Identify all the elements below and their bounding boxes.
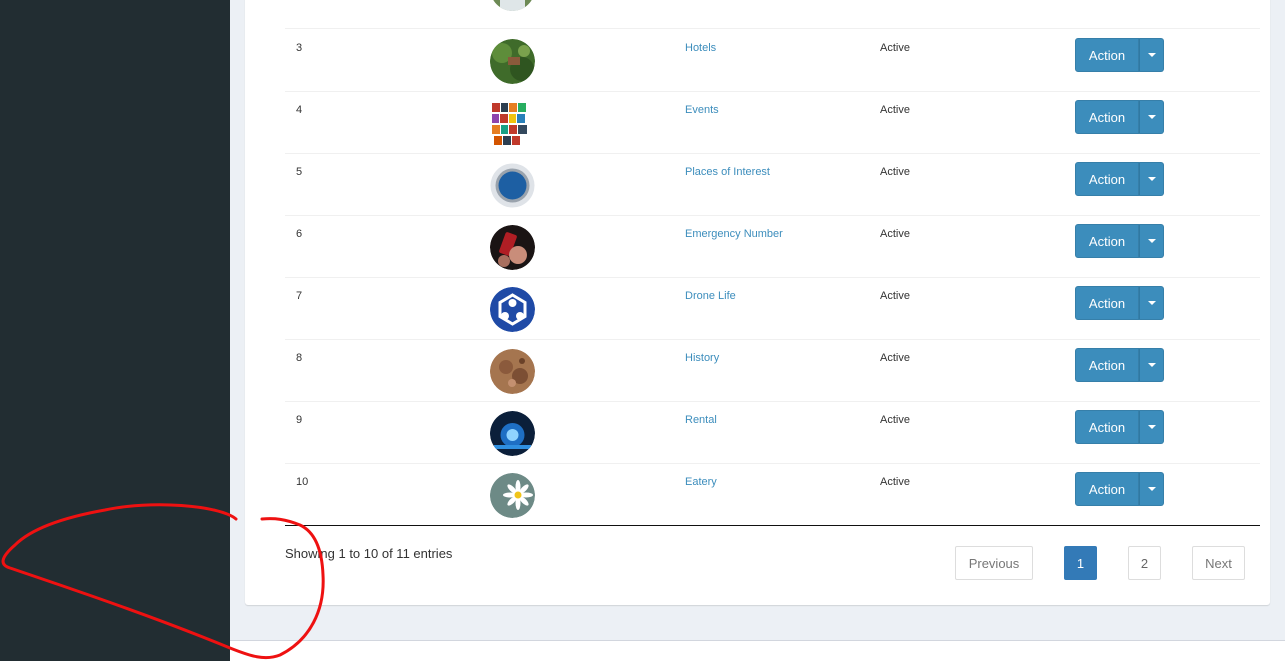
caret-down-icon bbox=[1147, 425, 1156, 429]
caret-down-icon bbox=[1147, 177, 1156, 181]
action-dropdown-toggle[interactable] bbox=[1139, 224, 1164, 258]
row-thumbnail bbox=[490, 349, 535, 394]
status-text: Active bbox=[880, 352, 910, 364]
action-dropdown-toggle[interactable] bbox=[1139, 348, 1164, 382]
status-text: Active bbox=[880, 104, 910, 116]
action-button[interactable]: Action bbox=[1075, 224, 1139, 258]
action-dropdown-toggle[interactable] bbox=[1139, 100, 1164, 134]
row-thumbnail bbox=[490, 287, 535, 332]
table-bottom-border bbox=[285, 525, 1260, 526]
category-link[interactable]: Rental bbox=[685, 414, 717, 426]
category-link[interactable]: Hotels bbox=[685, 42, 716, 54]
table-row: 10 Eatery Active Action bbox=[285, 464, 1260, 525]
table-info: Showing 1 to 10 of 11 entries bbox=[285, 546, 453, 561]
action-button-group: Action bbox=[1075, 472, 1164, 506]
pagination-previous[interactable]: Previous bbox=[955, 546, 1033, 580]
row-number: 9 bbox=[296, 414, 303, 426]
category-link[interactable]: Events bbox=[685, 104, 719, 116]
action-button-group: Action bbox=[1075, 162, 1164, 196]
table-row: 8 History Active Action bbox=[285, 340, 1260, 402]
row-thumbnail bbox=[490, 0, 535, 11]
action-button[interactable]: Action bbox=[1075, 472, 1139, 506]
status-text: Active bbox=[880, 228, 910, 240]
caret-down-icon bbox=[1147, 487, 1156, 491]
category-link[interactable]: Places of Interest bbox=[685, 166, 770, 178]
row-number: 5 bbox=[296, 166, 303, 178]
sidebar bbox=[0, 0, 230, 661]
action-button[interactable]: Action bbox=[1075, 38, 1139, 72]
caret-down-icon bbox=[1147, 53, 1156, 57]
caret-down-icon bbox=[1147, 363, 1156, 367]
category-link[interactable]: History bbox=[685, 352, 719, 364]
page-footer bbox=[230, 640, 1285, 661]
action-dropdown-toggle[interactable] bbox=[1139, 410, 1164, 444]
action-button[interactable]: Action bbox=[1075, 162, 1139, 196]
table-row: 9 Rental Active Action bbox=[285, 402, 1260, 464]
row-thumbnail bbox=[490, 225, 535, 270]
action-dropdown-toggle[interactable] bbox=[1139, 162, 1164, 196]
main-content: 3 Hotels Active Action 4 Events Active A… bbox=[230, 0, 1285, 661]
row-number: 6 bbox=[296, 228, 303, 240]
action-button-group: Action bbox=[1075, 286, 1164, 320]
action-dropdown-toggle[interactable] bbox=[1139, 38, 1164, 72]
action-button-group: Action bbox=[1075, 38, 1164, 72]
row-number: 3 bbox=[296, 42, 303, 54]
table-row: 7 Drone Life Active Action bbox=[285, 278, 1260, 340]
status-text: Active bbox=[880, 414, 910, 426]
row-number: 10 bbox=[296, 476, 309, 488]
action-button[interactable]: Action bbox=[1075, 348, 1139, 382]
data-table-box: 3 Hotels Active Action 4 Events Active A… bbox=[245, 0, 1270, 605]
category-link[interactable]: Drone Life bbox=[685, 290, 736, 302]
action-button-group: Action bbox=[1075, 100, 1164, 134]
pagination-page-2[interactable]: 2 bbox=[1128, 546, 1161, 580]
row-thumbnail bbox=[490, 473, 535, 518]
row-number: 7 bbox=[296, 290, 303, 302]
category-link[interactable]: Eatery bbox=[685, 476, 717, 488]
table-row: 3 Hotels Active Action bbox=[285, 30, 1260, 92]
pagination-page-1[interactable]: 1 bbox=[1064, 546, 1097, 580]
action-dropdown-toggle[interactable] bbox=[1139, 286, 1164, 320]
action-button-group: Action bbox=[1075, 348, 1164, 382]
status-text: Active bbox=[880, 166, 910, 178]
action-button-group: Action bbox=[1075, 410, 1164, 444]
pagination-next[interactable]: Next bbox=[1192, 546, 1245, 580]
row-thumbnail bbox=[490, 39, 535, 84]
category-link[interactable]: Emergency Number bbox=[685, 228, 783, 240]
action-button[interactable]: Action bbox=[1075, 100, 1139, 134]
table-row: 4 Events Active Action bbox=[285, 92, 1260, 154]
status-text: Active bbox=[880, 476, 910, 488]
row-thumbnail bbox=[490, 163, 535, 208]
row-thumbnail bbox=[490, 101, 535, 146]
caret-down-icon bbox=[1147, 301, 1156, 305]
row-number: 4 bbox=[296, 104, 303, 116]
caret-down-icon bbox=[1147, 115, 1156, 119]
action-button[interactable]: Action bbox=[1075, 286, 1139, 320]
row-thumbnail bbox=[490, 411, 535, 456]
row-number: 8 bbox=[296, 352, 303, 364]
table-row: 5 Places of Interest Active Action bbox=[285, 154, 1260, 216]
status-text: Active bbox=[880, 42, 910, 54]
action-button[interactable]: Action bbox=[1075, 410, 1139, 444]
table-row bbox=[285, 0, 1260, 29]
action-dropdown-toggle[interactable] bbox=[1139, 472, 1164, 506]
table-row: 6 Emergency Number Active Action bbox=[285, 216, 1260, 278]
caret-down-icon bbox=[1147, 239, 1156, 243]
status-text: Active bbox=[880, 290, 910, 302]
action-button-group: Action bbox=[1075, 224, 1164, 258]
